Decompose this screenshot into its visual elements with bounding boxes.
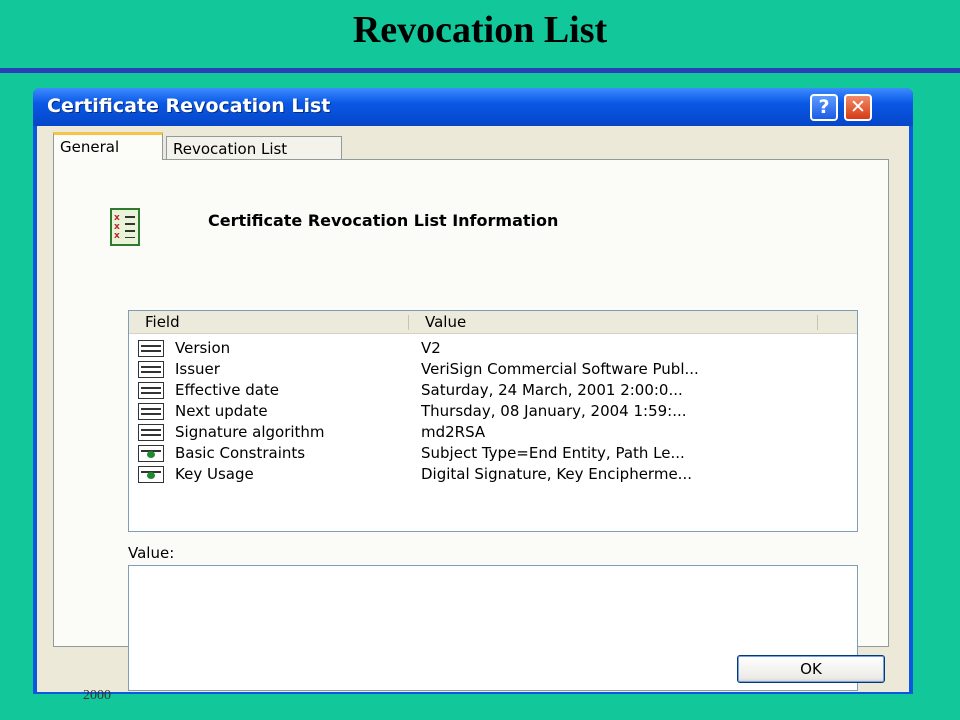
info-title: Certificate Revocation List Information — [208, 211, 559, 230]
slide-title: Revocation List — [352, 9, 608, 51]
column-divider[interactable] — [817, 315, 818, 330]
list-item[interactable]: Basic Constraints Subject Type=End Entit… — [129, 443, 857, 464]
field-value: Subject Type=End Entity, Path Le... — [421, 444, 685, 462]
column-header-value[interactable]: Value — [425, 313, 466, 331]
field-value: Thursday, 08 January, 2004 1:59:... — [421, 402, 687, 420]
field-name: Signature algorithm — [175, 423, 325, 441]
field-value: V2 — [421, 339, 441, 357]
general-panel: xxx Certificate Revocation List Informat… — [53, 159, 889, 691]
list-item[interactable]: Version V2 — [129, 338, 857, 359]
property-icon — [138, 424, 164, 441]
property-icon — [138, 403, 164, 420]
field-value: Saturday, 24 March, 2001 2:00:0... — [421, 381, 683, 399]
property-icon — [138, 382, 164, 399]
field-list[interactable]: Field Value Version V2 Issuer VeriSign C… — [128, 310, 858, 532]
property-icon — [138, 361, 164, 378]
list-item[interactable]: Effective date Saturday, 24 March, 2001 … — [129, 380, 857, 401]
tab-general[interactable]: General — [53, 132, 163, 160]
dialog-title: Certificate Revocation List — [47, 95, 331, 117]
tab-revocation-list[interactable]: Revocation List — [166, 136, 342, 160]
certificate-dialog: Certificate Revocation List ? ✕ General … — [33, 88, 913, 694]
value-label: Value: — [128, 544, 175, 562]
dialog-titlebar[interactable]: Certificate Revocation List ? ✕ — [33, 88, 913, 126]
certificate-revocation-list-icon: xxx — [110, 208, 140, 246]
help-button[interactable]: ? — [810, 94, 838, 121]
dialog-client: General Revocation List xxx Certificate … — [37, 126, 909, 692]
column-header-field[interactable]: Field — [145, 313, 180, 331]
field-value: Digital Signature, Key Encipherme... — [421, 465, 692, 483]
list-header: Field Value — [129, 311, 857, 334]
field-name: Version — [175, 339, 231, 357]
footer-year: 2000 — [83, 688, 111, 703]
field-name: Basic Constraints — [175, 444, 306, 462]
field-name: Key Usage — [175, 465, 254, 483]
field-name: Next update — [175, 402, 268, 420]
field-name: Effective date — [175, 381, 280, 399]
extension-icon — [138, 445, 164, 462]
field-value: VeriSign Commercial Software Publ... — [421, 360, 699, 378]
ok-button[interactable]: OK — [737, 655, 885, 683]
field-name: Issuer — [175, 360, 220, 378]
field-value: md2RSA — [421, 423, 486, 441]
close-button[interactable]: ✕ — [844, 94, 872, 121]
list-item[interactable]: Issuer VeriSign Commercial Software Publ… — [129, 359, 857, 380]
property-icon — [138, 340, 164, 357]
list-item[interactable]: Next update Thursday, 08 January, 2004 1… — [129, 401, 857, 422]
list-item[interactable]: Key Usage Digital Signature, Key Enciphe… — [129, 464, 857, 485]
column-divider[interactable] — [408, 315, 409, 330]
extension-icon — [138, 466, 164, 483]
list-item[interactable]: Signature algorithm md2RSA — [129, 422, 857, 443]
title-rule — [0, 68, 960, 73]
